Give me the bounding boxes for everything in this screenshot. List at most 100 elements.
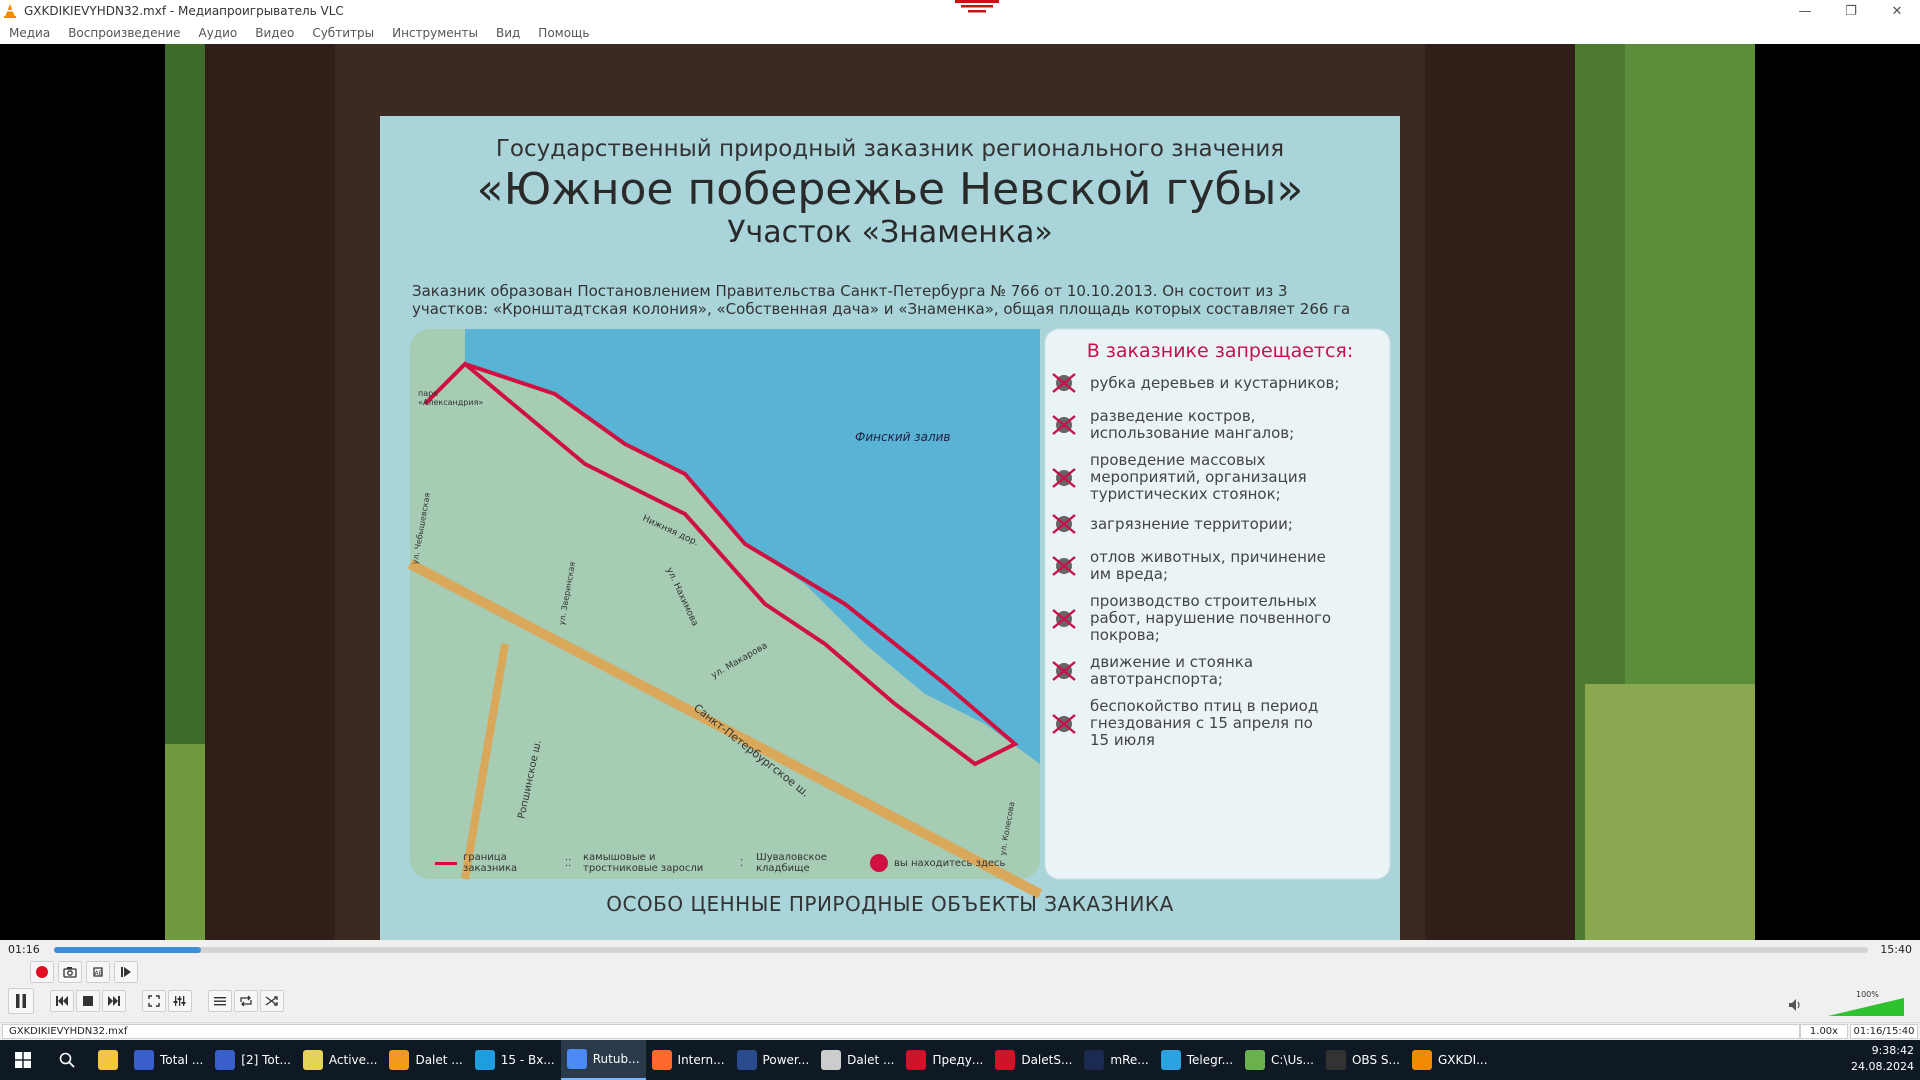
restore-button[interactable]: ❐ (1828, 0, 1874, 22)
current-file: GXKDIKIEVYHDN32.mxf (2, 1024, 1800, 1039)
sign-desc-line1: Заказник образован Постановлением Правит… (412, 282, 1288, 300)
taskbar-item-label: Telegr... (1186, 1053, 1234, 1067)
prohibition-icon (1050, 555, 1078, 577)
playlist-button[interactable] (208, 990, 232, 1012)
prohibition-text: беспокойство птиц в период (1090, 697, 1319, 715)
prohibition-text: разведение костров, (1090, 407, 1256, 425)
taskbar-item-label: Rutub... (592, 1052, 640, 1066)
playback-speed[interactable]: 1.00x (1800, 1024, 1848, 1039)
frame-step-icon (121, 967, 131, 977)
minimize-button[interactable]: — (1782, 0, 1828, 22)
disk-icon (134, 1050, 154, 1070)
explorer-taskbar-button[interactable] (88, 1040, 128, 1080)
elapsed-time: 01:16 (8, 943, 40, 956)
equalizer-icon (173, 996, 186, 1006)
taskbar-item-label: Dalet ... (415, 1053, 463, 1067)
taskbar-item[interactable]: Dalet ... (815, 1040, 900, 1080)
shuffle-icon (265, 996, 278, 1006)
sign-bottom-heading: ОСОБО ЦЕННЫЕ ПРИРОДНЫЕ ОБЪЕКТЫ ЗАКАЗНИКА (606, 892, 1174, 916)
taskbar-item-label: 15 - Вх... (500, 1053, 555, 1067)
taskbar-item[interactable]: Active... (297, 1040, 384, 1080)
taskbar-item[interactable]: Dalet ... (383, 1040, 468, 1080)
search-button[interactable] (46, 1040, 88, 1080)
folder-icon (1245, 1050, 1266, 1070)
menu-video[interactable]: Видео (246, 26, 303, 40)
frame-step-button[interactable] (114, 961, 138, 983)
volume-slider[interactable] (1828, 998, 1904, 1016)
prohibition-text: использование мангалов; (1090, 424, 1295, 442)
status-bar: GXKDIKIEVYHDN32.mxf 1.00x 01:16/15:40 (0, 1022, 1920, 1039)
windows-icon (15, 1052, 31, 1068)
stop-button[interactable] (76, 990, 100, 1012)
menu-tools[interactable]: Инструменты (383, 26, 487, 40)
taskbar-item-label: OBS S... (1351, 1053, 1400, 1067)
play-icon (389, 1050, 410, 1070)
taskbar-item-label: Total ... (160, 1053, 204, 1067)
menu-media[interactable]: Медиа (0, 26, 59, 40)
drag-handle-icon[interactable] (955, 0, 999, 16)
taskbar-item[interactable]: [2] Tot... (209, 1040, 297, 1080)
time-position[interactable]: 01:16/15:40 (1850, 1024, 1918, 1039)
prohibition-icon (1050, 414, 1078, 436)
pen-icon (821, 1050, 842, 1070)
taskbar-item[interactable]: OBS S... (1320, 1040, 1406, 1080)
taskbar-item-label: Dalet ... (847, 1053, 895, 1067)
menu-playback[interactable]: Воспроизведение (59, 26, 189, 40)
fullscreen-icon (148, 995, 160, 1007)
menu-view[interactable]: Вид (487, 26, 529, 40)
taskbar-item-label: mRe... (1110, 1053, 1149, 1067)
main-controls (8, 988, 286, 1014)
extended-settings-button[interactable] (168, 990, 192, 1012)
start-button[interactable] (0, 1040, 46, 1080)
map-label-water: Финский залив (855, 430, 951, 444)
shuffle-button[interactable] (260, 990, 284, 1012)
snapshot-button[interactable] (58, 961, 82, 983)
loop-icon (240, 995, 252, 1007)
vlc-icon (1411, 1050, 1432, 1070)
video-area[interactable]: Государственный природный заказник регио… (0, 44, 1920, 940)
menu-subtitles[interactable]: Субтитры (303, 26, 383, 40)
map-legend: граница заказника ⁚⁚ камышовые и тростни… (435, 850, 1045, 876)
taskbar-item[interactable]: DaletS... (989, 1040, 1078, 1080)
taskbar-item-label: DaletS... (1021, 1053, 1073, 1067)
taskbar-item[interactable]: Telegr... (1155, 1040, 1239, 1080)
seek-bar: 01:16 15:40 (0, 940, 1920, 960)
next-button[interactable] (102, 990, 126, 1012)
taskbar-item[interactable]: Intern... (646, 1040, 731, 1080)
loop-button[interactable] (234, 990, 258, 1012)
menu-audio[interactable]: Аудио (190, 26, 247, 40)
pause-button[interactable] (8, 988, 34, 1014)
seek-slider[interactable] (54, 947, 1868, 953)
close-button[interactable]: ✕ (1874, 0, 1920, 22)
sign-line1: Государственный природный заказник регио… (495, 136, 1285, 162)
taskbar-item[interactable]: GXKDI... (1406, 1040, 1494, 1080)
prohibition-icon (1050, 713, 1078, 735)
prohibition-icon (1050, 467, 1078, 489)
menu-help[interactable]: Помощь (529, 26, 598, 40)
taskbar-item[interactable]: C:\Us... (1239, 1040, 1320, 1080)
fullscreen-button[interactable] (142, 990, 166, 1012)
taskbar-item[interactable]: Rutub... (560, 1040, 646, 1080)
window-title: GXKDIKIEVYHDN32.mxf - Медиапроигрыватель… (24, 4, 344, 18)
taskbar-item[interactable]: Power... (731, 1040, 816, 1080)
taskbar-item-label: C:\Us... (1271, 1053, 1314, 1067)
taskbar-item[interactable]: 15 - Вх... (469, 1040, 561, 1080)
previous-button[interactable] (50, 990, 74, 1012)
speaker-icon[interactable] (1788, 998, 1804, 1012)
loop-ab-button[interactable]: AB (86, 961, 110, 983)
record-button[interactable] (30, 961, 54, 983)
taskbar-item[interactable]: mRe... (1078, 1040, 1154, 1080)
prohibition-text: движение и стоянка (1090, 653, 1254, 671)
taskbar-item[interactable]: Total ... (128, 1040, 209, 1080)
total-time: 15:40 (1880, 943, 1912, 956)
sign-description: Заказник образован Постановлением Правит… (412, 282, 1382, 318)
taskbar-item[interactable]: Преду... (900, 1040, 989, 1080)
vlc-icon (4, 4, 18, 18)
prohibition-text: рубка деревьев и кустарников; (1090, 373, 1340, 392)
prohibitions-title: В заказнике запрещается: (1086, 340, 1354, 362)
system-clock[interactable]: 9:38:42 24.08.2024 (1844, 1043, 1914, 1075)
prohibition-icon (1050, 608, 1078, 630)
terminal-icon (736, 1050, 757, 1070)
taskbar-item-label: [2] Tot... (241, 1053, 291, 1067)
prohibition-text: автотранспорта; (1090, 670, 1223, 688)
